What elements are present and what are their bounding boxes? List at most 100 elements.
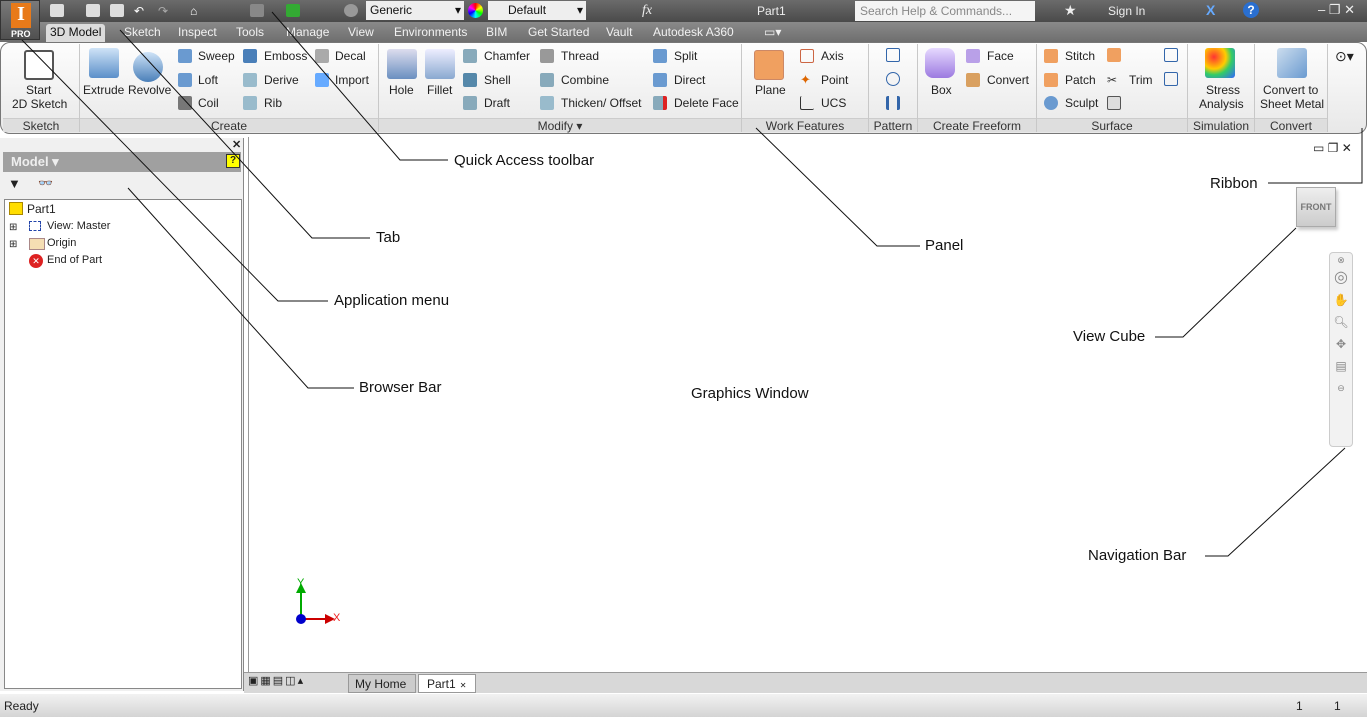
tree-item-part1[interactable]: Part1 bbox=[27, 202, 56, 216]
close-icon[interactable]: ⊗ bbox=[1330, 253, 1352, 267]
fx-button[interactable]: fx bbox=[642, 3, 652, 19]
coil-button[interactable]: Coil bbox=[198, 96, 219, 110]
appearance-select[interactable]: Default ▾ bbox=[488, 1, 586, 20]
tab-get-started[interactable]: Get Started bbox=[524, 24, 593, 42]
extrude-button[interactable]: Extrude bbox=[83, 83, 124, 97]
close-browser-icon[interactable]: ✕ bbox=[232, 138, 241, 151]
orbit-icon[interactable]: ✥ bbox=[1330, 333, 1352, 355]
chamfer-button[interactable]: Chamfer bbox=[484, 49, 530, 63]
star-icon[interactable]: ★ bbox=[1064, 2, 1077, 19]
circular-pattern-icon[interactable] bbox=[886, 72, 900, 86]
axis-button[interactable]: Axis bbox=[821, 49, 844, 63]
stress-analysis-button[interactable]: Stress bbox=[1206, 83, 1240, 97]
patch-button[interactable]: Patch bbox=[1065, 73, 1096, 87]
undo-icon[interactable]: ↶ bbox=[134, 4, 148, 18]
application-menu-button[interactable]: I PRO bbox=[0, 0, 40, 40]
loft-button[interactable]: Loft bbox=[198, 73, 218, 87]
tab-my-home[interactable]: My Home bbox=[348, 674, 416, 693]
thicken-offset-button[interactable]: Thicken/ Offset bbox=[561, 96, 641, 110]
ucs-button[interactable]: UCS bbox=[821, 96, 846, 110]
tab-vault[interactable]: Vault bbox=[602, 24, 636, 42]
panel-modify[interactable]: Modify ▾ bbox=[379, 118, 741, 133]
fillet-button[interactable]: Fillet bbox=[427, 83, 452, 97]
customize-icon[interactable]: ⊖ bbox=[1330, 377, 1352, 399]
sign-in-button[interactable]: Sign In bbox=[1108, 4, 1145, 18]
tab-view[interactable]: View bbox=[344, 24, 378, 42]
tab-bim[interactable]: BIM bbox=[482, 24, 511, 42]
model-dropdown[interactable]: Model ▾ bbox=[3, 152, 241, 172]
tree-item-origin[interactable]: Origin bbox=[47, 237, 76, 249]
delete-face-button[interactable]: Delete Face bbox=[674, 96, 739, 110]
tab-sketch[interactable]: Sketch bbox=[120, 24, 165, 42]
open-icon[interactable] bbox=[86, 4, 100, 17]
sculpt-button[interactable]: Sculpt bbox=[1065, 96, 1098, 110]
extend-icon[interactable] bbox=[1107, 96, 1121, 110]
tab-3d-model[interactable]: 3D Model bbox=[46, 24, 106, 42]
navigation-bar[interactable]: ⊗ ◎ ✋ 🔍︎ ✥ ▤ ⊖ bbox=[1329, 252, 1353, 447]
color-wheel-icon[interactable] bbox=[468, 3, 483, 18]
import-button[interactable]: Import bbox=[335, 73, 369, 87]
mirror-icon[interactable] bbox=[886, 96, 900, 110]
thread-button[interactable]: Thread bbox=[561, 49, 599, 63]
box-button[interactable]: Box bbox=[931, 83, 952, 97]
tab-autodesk-a360[interactable]: Autodesk A360 bbox=[649, 24, 738, 42]
point-button[interactable]: Point bbox=[821, 73, 848, 87]
update-icon[interactable] bbox=[250, 4, 264, 17]
rib-button[interactable]: Rib bbox=[264, 96, 282, 110]
viewport-controls[interactable]: ▭ ❐ ✕ bbox=[1313, 141, 1352, 155]
pan-icon[interactable]: ✋ bbox=[1330, 289, 1352, 311]
ruled-surface-icon[interactable] bbox=[1107, 48, 1121, 62]
window-controls[interactable]: – ❐ ✕ bbox=[1318, 2, 1355, 18]
convert-freeform-button[interactable]: Convert bbox=[987, 73, 1029, 87]
filter-icon[interactable]: ▼ bbox=[8, 176, 21, 191]
find-binoculars-icon[interactable]: 👓 bbox=[38, 176, 53, 190]
expand-icon[interactable]: ⊞ bbox=[9, 239, 17, 250]
ribbon-options-icon[interactable]: ⊙▾ bbox=[1335, 48, 1354, 65]
decal-button[interactable]: Decal bbox=[335, 49, 366, 63]
expand-icon[interactable]: ⊞ bbox=[9, 222, 17, 233]
select-icon[interactable] bbox=[286, 4, 300, 17]
plane-button[interactable]: Plane bbox=[755, 83, 786, 97]
close-tab-icon[interactable]: ✕ bbox=[460, 681, 467, 690]
search-input[interactable]: Search Help & Commands... bbox=[855, 1, 1035, 21]
trim-button[interactable]: Trim bbox=[1129, 73, 1153, 87]
face-button[interactable]: Face bbox=[987, 49, 1014, 63]
tab-tools[interactable]: Tools bbox=[232, 24, 268, 42]
settings-icon[interactable] bbox=[344, 4, 358, 17]
replace-face-icon[interactable] bbox=[1164, 48, 1178, 62]
split-button[interactable]: Split bbox=[674, 49, 697, 63]
tab-part1[interactable]: Part1 ✕ bbox=[418, 674, 476, 693]
redo-icon[interactable]: ↷ bbox=[158, 4, 172, 18]
tree-item-view-master[interactable]: View: Master bbox=[47, 220, 110, 232]
look-at-icon[interactable]: ▤ bbox=[1330, 355, 1352, 377]
help-icon[interactable]: ? bbox=[226, 154, 240, 168]
hole-button[interactable]: Hole bbox=[389, 83, 414, 97]
view-cube[interactable]: FRONT bbox=[1296, 187, 1336, 227]
window-arrangement-buttons[interactable]: ▣▦▤◫▴ bbox=[248, 674, 340, 692]
tab-manage[interactable]: Manage bbox=[282, 24, 333, 42]
delete-surface-icon[interactable] bbox=[1164, 72, 1178, 86]
ribbon-display-toggle[interactable]: ▭▾ bbox=[760, 24, 785, 42]
rectangular-pattern-icon[interactable] bbox=[886, 48, 900, 62]
draft-button[interactable]: Draft bbox=[484, 96, 510, 110]
start-sketch-button[interactable]: Start bbox=[26, 83, 51, 97]
help-icon[interactable]: ? bbox=[1243, 2, 1259, 18]
revolve-button[interactable]: Revolve bbox=[128, 83, 171, 97]
new-icon[interactable] bbox=[50, 4, 64, 17]
zoom-icon[interactable]: 🔍︎ bbox=[1330, 311, 1352, 333]
shell-button[interactable]: Shell bbox=[484, 73, 511, 87]
material-select[interactable]: Generic ▾ bbox=[366, 1, 464, 20]
direct-button[interactable]: Direct bbox=[674, 73, 705, 87]
graphics-window[interactable]: ▭ ❐ ✕ FRONT ⊗ ◎ ✋ 🔍︎ ✥ ▤ ⊖ Y X bbox=[248, 137, 1367, 672]
stitch-button[interactable]: Stitch bbox=[1065, 49, 1095, 63]
tab-environments[interactable]: Environments bbox=[390, 24, 471, 42]
tree-item-end-of-part[interactable]: End of Part bbox=[47, 254, 102, 266]
emboss-button[interactable]: Emboss bbox=[264, 49, 307, 63]
sweep-button[interactable]: Sweep bbox=[198, 49, 235, 63]
convert-sheet-metal-button[interactable]: Convert to bbox=[1263, 83, 1318, 97]
steering-wheel-icon[interactable]: ◎ bbox=[1330, 267, 1352, 289]
derive-button[interactable]: Derive bbox=[264, 73, 299, 87]
home-icon[interactable]: ⌂ bbox=[190, 4, 204, 18]
save-icon[interactable] bbox=[110, 4, 124, 17]
tab-inspect[interactable]: Inspect bbox=[174, 24, 221, 42]
